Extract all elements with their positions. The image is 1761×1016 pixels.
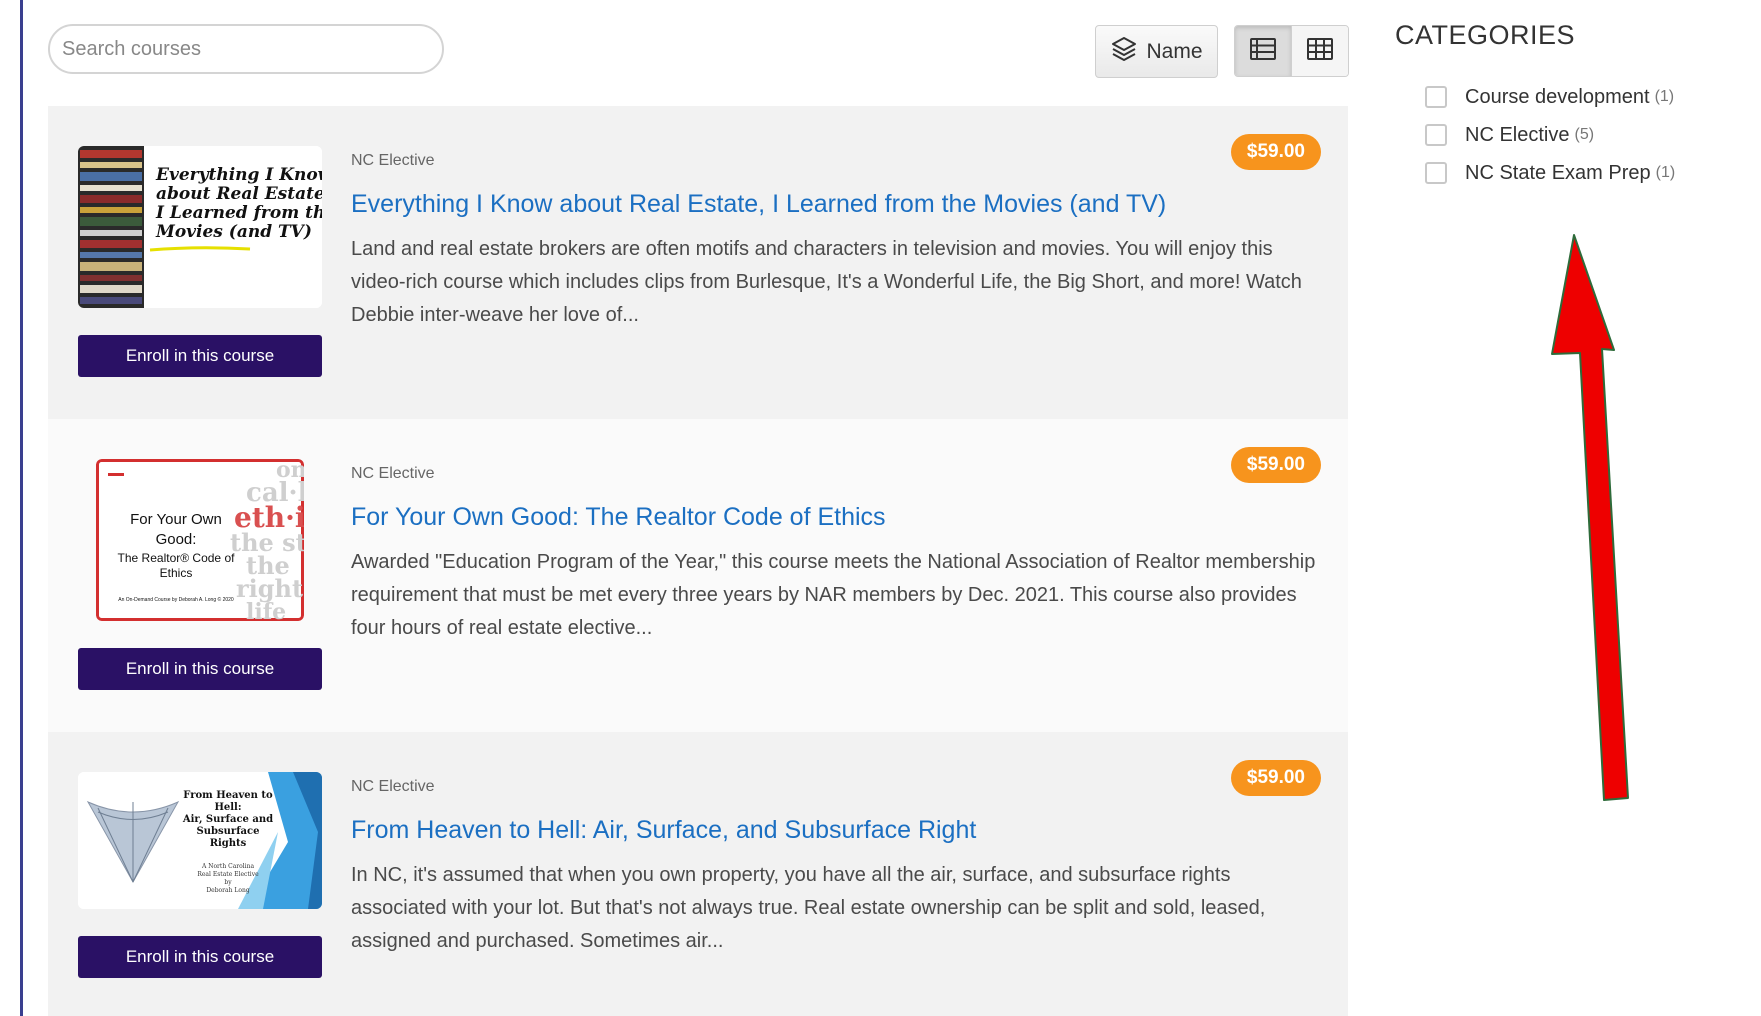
category-filter-nc-state-exam-prep[interactable]: NC State Exam Prep (1) bbox=[1425, 154, 1675, 192]
category-checkbox[interactable] bbox=[1425, 86, 1447, 108]
sort-label: Name bbox=[1146, 39, 1203, 63]
category-count: (5) bbox=[1574, 126, 1595, 143]
course-thumbnail[interactable]: Everything I Know about Real Estate, I L… bbox=[78, 146, 322, 308]
list-view-icon bbox=[1250, 37, 1276, 65]
category-name: Course development bbox=[1465, 85, 1650, 108]
thumb-bg-word: life bbox=[246, 599, 286, 621]
course-description: Awarded "Education Program of the Year,"… bbox=[351, 551, 1316, 639]
price-badge: $59.00 bbox=[1230, 134, 1321, 170]
course-thumbnail[interactable]: From Heaven to Hell: Air, Surface and Su… bbox=[78, 772, 322, 909]
course-title-link[interactable]: Everything I Know about Real Estate, I L… bbox=[351, 190, 1166, 219]
course-thumbnail[interactable]: ondi cal·ly eth·ics the stu the right li… bbox=[96, 459, 304, 621]
category-checkbox[interactable] bbox=[1425, 124, 1447, 146]
thumb-text-line: The Realtor® Code of bbox=[118, 551, 236, 565]
thumb-sub-line: by bbox=[224, 879, 232, 886]
enroll-button[interactable]: Enroll in this course bbox=[78, 648, 322, 690]
category-filter-list: Course development (1) NC Elective (5) N… bbox=[1425, 78, 1675, 192]
enroll-button[interactable]: Enroll in this course bbox=[78, 335, 322, 377]
course-card: ondi cal·ly eth·ics the stu the right li… bbox=[48, 419, 1348, 732]
thumb-text-line: Subsurface bbox=[197, 826, 260, 837]
course-title-link[interactable]: For Your Own Good: The Realtor Code of E… bbox=[351, 503, 886, 532]
thumb-small-text: An On-Demand Course by Deborah A. Long ©… bbox=[118, 596, 234, 603]
thumb-text-line: Good: bbox=[156, 531, 197, 548]
thumb-text-line: Rights bbox=[210, 838, 247, 849]
page-left-border bbox=[20, 0, 23, 1016]
course-card: Everything I Know about Real Estate, I L… bbox=[48, 106, 1348, 419]
search-input[interactable] bbox=[48, 24, 444, 74]
thumb-text-line: I Learned from the bbox=[155, 203, 322, 223]
grid-view-button[interactable] bbox=[1292, 26, 1348, 76]
course-description: Land and real estate brokers are often m… bbox=[351, 238, 1302, 326]
enroll-button[interactable]: Enroll in this course bbox=[78, 936, 322, 978]
red-arrow-annotation-icon bbox=[1540, 230, 1630, 810]
price-badge: $59.00 bbox=[1230, 760, 1321, 796]
sort-by-name-button[interactable]: Name bbox=[1095, 25, 1218, 78]
thumb-text-line: Ethics bbox=[160, 566, 193, 580]
thumb-text-line: Air, Surface and bbox=[182, 814, 273, 825]
course-description: In NC, it's assumed that when you own pr… bbox=[351, 864, 1266, 952]
category-checkbox[interactable] bbox=[1425, 162, 1447, 184]
course-category: NC Elective bbox=[351, 778, 435, 795]
thumb-text-line: Movies (and TV) bbox=[155, 222, 312, 242]
category-count: (1) bbox=[1655, 164, 1676, 181]
categories-heading: CATEGORIES bbox=[1395, 20, 1576, 50]
thumb-text-line: about Real Estate, bbox=[156, 184, 322, 204]
thumb-sub-line: Deborah Long bbox=[206, 887, 249, 894]
category-count: (1) bbox=[1654, 88, 1675, 105]
course-category: NC Elective bbox=[351, 465, 435, 482]
category-name: NC Elective bbox=[1465, 123, 1570, 146]
course-card: From Heaven to Hell: Air, Surface and Su… bbox=[48, 732, 1348, 1016]
thumb-text-line: For Your Own bbox=[130, 511, 222, 528]
course-category: NC Elective bbox=[351, 152, 435, 169]
thumb-text-line: Hell: bbox=[214, 802, 241, 813]
layers-icon bbox=[1110, 35, 1138, 69]
category-filter-course-development[interactable]: Course development (1) bbox=[1425, 78, 1675, 116]
list-view-button[interactable] bbox=[1235, 26, 1292, 76]
category-filter-nc-elective[interactable]: NC Elective (5) bbox=[1425, 116, 1675, 154]
price-badge: $59.00 bbox=[1230, 447, 1321, 483]
thumb-text-line: Everything I Know bbox=[155, 165, 322, 185]
category-name: NC State Exam Prep bbox=[1465, 161, 1651, 184]
thumb-sub-line: A North Carolina bbox=[201, 863, 255, 870]
course-title-link[interactable]: From Heaven to Hell: Air, Surface, and S… bbox=[351, 816, 976, 845]
thumb-sub-line: Real Estate Elective bbox=[197, 871, 259, 878]
view-toggle-group bbox=[1234, 25, 1349, 77]
thumb-text-line: From Heaven to bbox=[183, 790, 273, 801]
grid-view-icon bbox=[1307, 37, 1333, 65]
